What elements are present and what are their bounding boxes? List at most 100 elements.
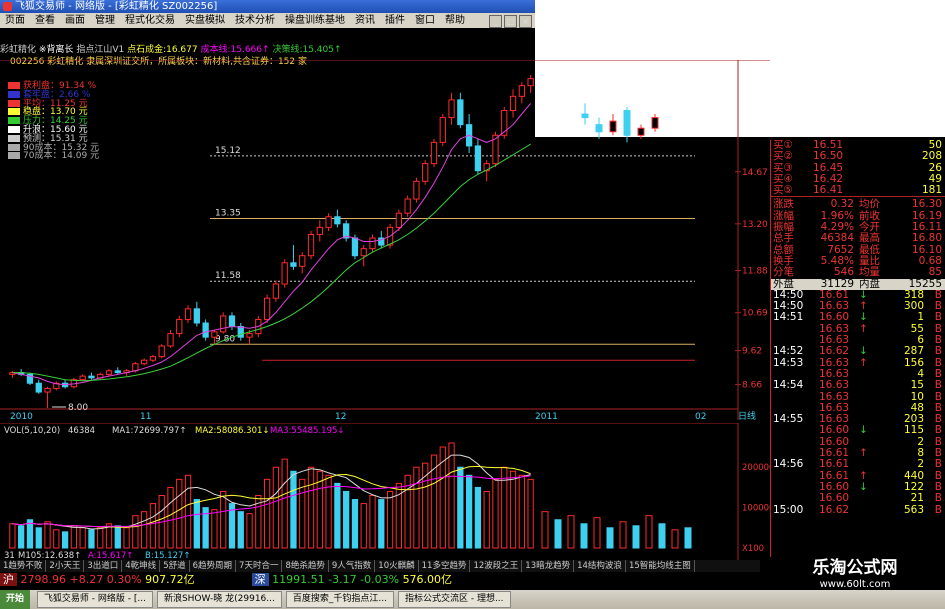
volume-bar — [474, 486, 482, 549]
volume-bar — [149, 503, 157, 549]
tick-price: 16.62 — [819, 503, 850, 516]
volume-bar — [290, 470, 297, 549]
tick-row: 14:54 16.63 15 B — [771, 379, 945, 392]
indicator-beili: ※背离长 — [38, 45, 74, 55]
indicator-tab[interactable]: 12波段之王 — [470, 560, 523, 572]
tick-side: B — [934, 379, 942, 392]
date-axis-label: 2011 — [535, 412, 558, 420]
taskbar-item[interactable]: 飞狐交易师 - 网络版 - [... — [36, 591, 153, 608]
menu-item-7[interactable]: 操盘训练基地 — [280, 13, 350, 28]
volume-bar — [671, 529, 679, 549]
volume-bar — [18, 525, 25, 549]
volume-bar — [176, 478, 183, 549]
tick-side: B — [934, 492, 942, 505]
menu-item-9[interactable]: 插件 — [380, 13, 410, 28]
stat-value: 546 — [833, 266, 854, 279]
bid-row: 买① 16.51 50 — [771, 139, 945, 151]
candle-body — [263, 297, 271, 320]
indicator-tab[interactable]: 2小天王 — [46, 560, 85, 572]
title-bar: 飞狐交易师 - 网络版 - [彩虹精化 SZ002256] — [0, 0, 535, 13]
candlestick-chart[interactable]: 15.1213.3511.589.808.0014.6713.2011.8810… — [0, 60, 770, 420]
menu-item-8[interactable]: 资讯 — [350, 13, 380, 28]
volume-bar — [114, 525, 121, 549]
close-button[interactable]: × — [519, 15, 532, 28]
indicator-tab[interactable]: 3出道口 — [84, 560, 123, 572]
indicator-tab[interactable]: 14结构波浪 — [574, 560, 626, 572]
sz-pct: -0.03% — [360, 573, 400, 586]
taskbar-item[interactable]: 百度搜索_千钧指点江... — [285, 591, 394, 608]
menu-item-1[interactable]: 查看 — [30, 13, 60, 28]
indicator-tab[interactable]: 9人气指数 — [329, 560, 376, 572]
volume-bar — [307, 466, 315, 549]
menu-item-4[interactable]: 程式化交易 — [120, 13, 180, 28]
volume-bar — [567, 515, 575, 549]
candle-body — [193, 308, 200, 324]
stat-key: 总手 — [773, 232, 794, 245]
volume-bar — [35, 527, 42, 549]
sz-change: -3.17 — [328, 573, 357, 586]
stat-key: 分笔 — [773, 266, 794, 279]
start-button[interactable]: 开始 — [0, 590, 31, 609]
candle-body — [132, 363, 139, 372]
volume-bar — [141, 511, 148, 549]
legend-label: 70成本：14.09 元 — [23, 151, 100, 162]
candle-body — [651, 117, 659, 129]
menu-item-6[interactable]: 技术分析 — [230, 13, 280, 28]
indicator-tab[interactable]: 13暗龙趋势 — [522, 560, 575, 572]
volume-bar — [325, 474, 332, 549]
menu-item-3[interactable]: 管理 — [90, 13, 120, 28]
indicator-tab[interactable]: 8绝杀趋势 — [282, 560, 329, 572]
maximize-button[interactable]: □ — [504, 15, 517, 28]
indicator-tab[interactable]: 1趋势不败 — [0, 560, 47, 572]
volume-bar — [184, 474, 192, 549]
date-axis-label: 日线 — [738, 410, 756, 420]
candle-body — [202, 322, 209, 338]
indicator-tab[interactable]: 6趋势周期 — [190, 560, 237, 572]
menu-item-11[interactable]: 帮助 — [440, 13, 470, 28]
volume-bar — [413, 466, 420, 549]
menu-item-5[interactable]: 实盘模拟 — [180, 13, 230, 28]
menu-item-0[interactable]: 页面 — [0, 13, 30, 28]
bid-label: 买⑤ — [773, 184, 793, 197]
stat-row: 总手 46384 最高 16.80 — [771, 232, 945, 245]
volume-bar — [509, 470, 517, 549]
candle-body — [474, 145, 482, 172]
candle-body — [457, 99, 464, 126]
volume-bar — [541, 511, 549, 549]
tick-arrow: ↓ — [859, 480, 868, 493]
sh-pct: 0.30% — [106, 573, 142, 586]
legend-swatch — [8, 125, 20, 133]
tick-time: 14:51 — [773, 311, 804, 324]
legend-swatch — [8, 117, 20, 125]
price-annotation-label: 13.35 — [215, 209, 241, 219]
tick-time: 15:00 — [773, 503, 804, 516]
price-annotation-label: 11.58 — [215, 271, 241, 281]
window-buttons: _ □ × — [487, 13, 945, 28]
menu-item-10[interactable]: 窗口 — [410, 13, 440, 28]
volume-bar — [97, 527, 104, 549]
taskbar-item[interactable]: 指标公式交流区 - 理想... — [397, 591, 511, 608]
taskbar-item[interactable]: 新浪SHOW-晓 龙(29916... — [156, 591, 282, 608]
bid-row: 买③ 16.45 26 — [771, 162, 945, 174]
menu-item-2[interactable]: 画面 — [60, 13, 90, 28]
volume-bar — [9, 523, 16, 549]
minimize-button[interactable]: _ — [489, 15, 502, 28]
indicator-tab[interactable]: 15智能均线主图 — [626, 560, 695, 572]
vol-axis-label: 200000 — [742, 463, 770, 473]
volume-bar — [386, 490, 394, 549]
index-status-bar: 沪 2798.96 +8.27 0.30% 907.72亿 深 11991.51… — [0, 572, 760, 588]
volume-bar — [527, 478, 534, 549]
indicator-tab[interactable]: 5舒道 — [160, 560, 190, 572]
indicator-tab[interactable]: 10火麒麟 — [375, 560, 419, 572]
tick-time: 14:56 — [773, 458, 804, 471]
indicator-info-bar: 彩虹精化 ※背离长 指点江山V1 点石成金:16.677 成本线:15.666↑… — [0, 44, 535, 56]
volume-chart[interactable]: VOL(5,10,20) 46384 MA1:72699.797↑ MA2:58086… — [0, 423, 770, 560]
tick-time: 14:52 — [773, 345, 804, 358]
indicator-tab[interactable]: 7天时合一 — [236, 560, 283, 572]
indicator-tab[interactable]: 11多空趋势 — [419, 560, 471, 572]
bid-volume: 181 — [921, 184, 942, 197]
legend-swatch — [8, 90, 20, 98]
quote-panel: 买① 16.51 50 买② 16.50 208 买③ 16.45 26 买④ 16.42 49 买⑤ 1… — [770, 139, 945, 560]
volume-bar — [88, 529, 95, 549]
indicator-tab[interactable]: 4乾坤线 — [122, 560, 161, 572]
